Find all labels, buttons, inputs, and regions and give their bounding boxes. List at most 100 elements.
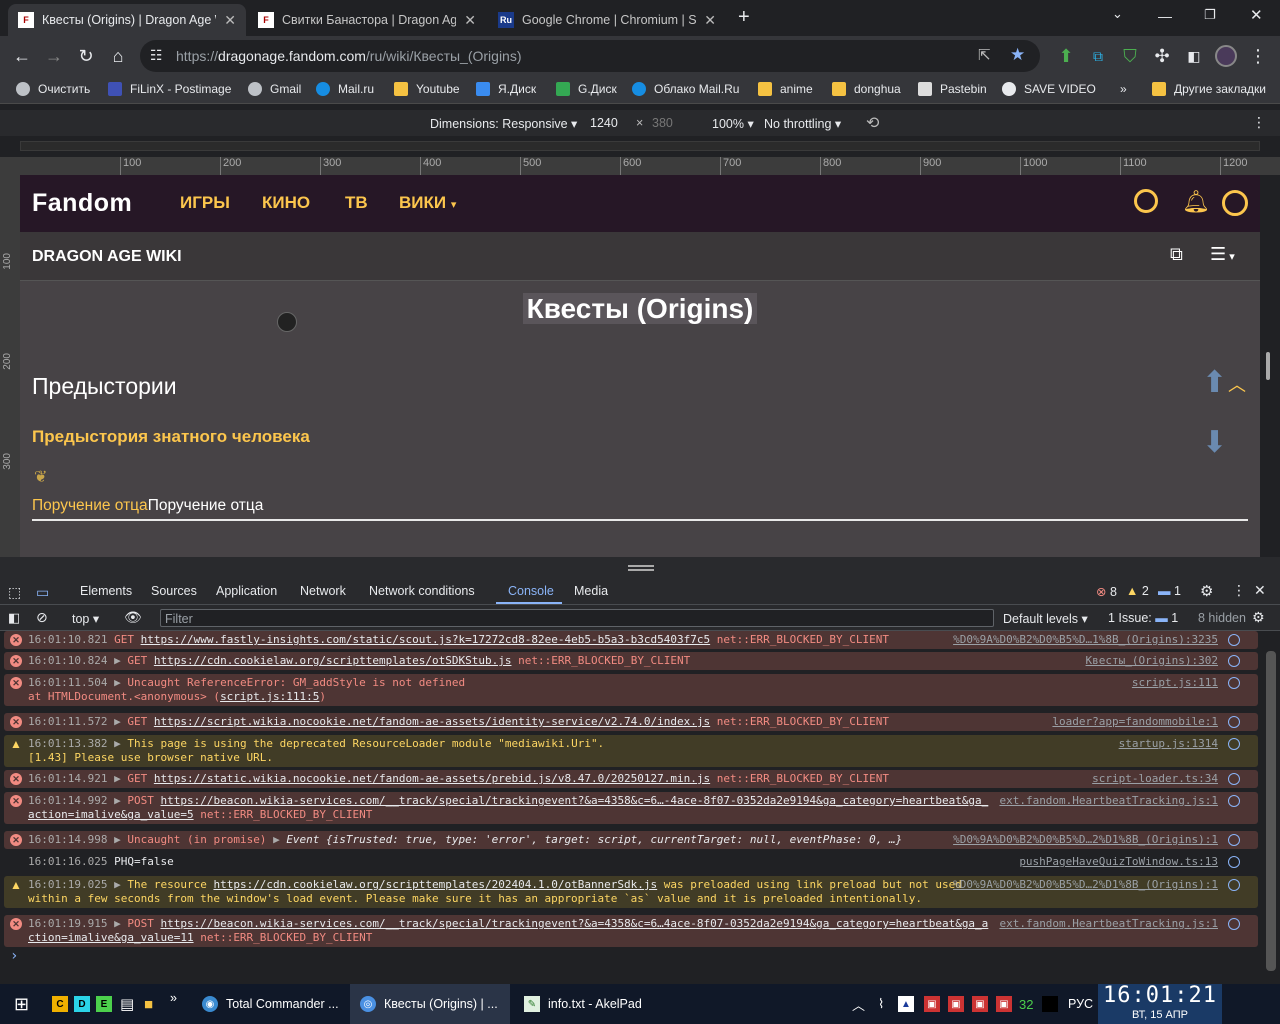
message-link[interactable]: https://static.wikia.nocookie.net/fandom…: [154, 772, 710, 785]
source-link[interactable]: ext.fandom.HeartbeatTracking.js:1: [999, 917, 1218, 931]
reload-icon[interactable]: ↻: [74, 44, 98, 68]
expand-triangle-icon[interactable]: ▶: [114, 878, 127, 891]
address-bar[interactable]: ☷ https://dragonage.fandom.com/ru/wiki/К…: [140, 40, 1040, 72]
tab-google-chrome[interactable]: Ru Google Chrome | Chromium | SRWare ✕: [488, 4, 726, 36]
search-icon[interactable]: [1134, 189, 1158, 213]
scroll-up-arrow-icon[interactable]: ⬆: [1202, 365, 1227, 400]
shield-extension-icon[interactable]: ⛉: [1118, 44, 1142, 68]
message-link[interactable]: https://script.wikia.nocookie.net/fandom…: [154, 715, 710, 728]
inspect-element-icon[interactable]: ⬚: [8, 584, 21, 601]
windows-start-icon[interactable]: ⊞: [14, 984, 29, 1024]
console-message[interactable]: ▲ 16:01:19.025 ▶ The resource https://cdn…: [4, 876, 1258, 908]
event-object[interactable]: Event {isTrusted: true, type: 'error', t…: [286, 833, 902, 846]
height-input[interactable]: 380: [652, 116, 673, 130]
live-expression-eye-icon[interactable]: 👁︎: [124, 609, 142, 626]
source-globe-icon[interactable]: [1228, 856, 1240, 868]
source-link[interactable]: script.js:111: [1132, 676, 1218, 690]
bookmark-облако-mail-ru[interactable]: Облако Mail.Ru: [632, 82, 739, 96]
expand-triangle-icon[interactable]: ▶: [114, 772, 127, 785]
message-link[interactable]: https://beacon.wikia-services.com/__trac…: [160, 917, 988, 930]
issues-link[interactable]: 1 Issue: ▬ 1: [1108, 611, 1178, 625]
restore-icon[interactable]: ❐: [1204, 7, 1216, 23]
tray-app-icon[interactable]: ▲: [898, 984, 922, 1024]
source-globe-icon[interactable]: [1228, 677, 1240, 689]
close-tab-icon[interactable]: ✕: [456, 12, 476, 29]
tab-network[interactable]: Network: [300, 584, 346, 598]
show-desktop-area[interactable]: [1226, 984, 1280, 1024]
taskbar-browser[interactable]: ◎ Квесты (Origins) | ...: [350, 984, 510, 1024]
home-icon[interactable]: ⌂: [106, 44, 130, 68]
site-settings-icon[interactable]: ☷: [150, 47, 163, 64]
source-globe-icon[interactable]: [1228, 773, 1240, 785]
tab-network-conditions[interactable]: Network conditions: [369, 584, 475, 598]
device-toggle-icon[interactable]: ▭: [36, 584, 49, 601]
source-globe-icon[interactable]: [1228, 655, 1240, 667]
console-message[interactable]: ✕ 16:01:11.504 ▶ Uncaught ReferenceError:…: [4, 674, 1258, 706]
fandom-logo[interactable]: Fandom: [32, 189, 132, 218]
bookmarks-more[interactable]: »: [1120, 82, 1127, 96]
levels-select[interactable]: Default levels ▾: [1003, 611, 1088, 626]
source-globe-icon[interactable]: [1228, 738, 1240, 750]
console-message[interactable]: ✕ 16:01:14.998 ▶ Uncaught (in promise) ▶ …: [4, 831, 1258, 849]
settings-gear-icon[interactable]: ⚙: [1200, 582, 1213, 600]
source-link[interactable]: %D0%9A%D0%B2%D0%B5%D…2%D1%8B_(Origins):1: [953, 878, 1218, 892]
share-icon[interactable]: ⇱: [978, 46, 991, 64]
close-tab-icon[interactable]: ✕: [696, 12, 716, 29]
console-message[interactable]: ✕ 16:01:14.921 ▶ GET https://static.wikia…: [4, 770, 1258, 788]
dimensions-select[interactable]: Dimensions: Responsive ▾: [430, 116, 577, 131]
tab-media[interactable]: Media: [574, 584, 608, 598]
expand-triangle-icon[interactable]: ▶: [114, 654, 127, 667]
expand-triangle-icon[interactable]: ▶: [114, 917, 127, 930]
zoom-select[interactable]: 100% ▾: [712, 116, 754, 131]
quest-link[interactable]: Поручение отца: [32, 497, 148, 514]
forward-arrow-icon[interactable]: →: [42, 44, 66, 68]
console-message[interactable]: ✕ 16:01:10.821 GET https://www.fastly-ins…: [4, 631, 1258, 649]
source-link[interactable]: %D0%9A%D0%B2%D0%B5%D…2%D1%8B_(Origins):1: [953, 833, 1218, 847]
tab-sources[interactable]: Sources: [151, 584, 197, 598]
source-globe-icon[interactable]: [1228, 795, 1240, 807]
sidebar-toggle-icon[interactable]: ◧: [8, 610, 20, 626]
source-globe-icon[interactable]: [1228, 634, 1240, 646]
tab-application[interactable]: Application: [216, 584, 277, 598]
context-select[interactable]: top ▾: [72, 611, 99, 626]
back-arrow-icon[interactable]: ←: [10, 44, 34, 68]
console-message[interactable]: 16:01:16.025 PHQ=false pushPageHaveQuizTo…: [4, 853, 1258, 871]
bookmark-pastebin[interactable]: Pastebin: [918, 82, 987, 96]
quicklaunch-more[interactable]: »: [170, 978, 177, 1018]
avatar[interactable]: [1214, 44, 1238, 68]
bookmark-filinx-postimage[interactable]: FiLinX - Postimage: [108, 82, 231, 96]
message-link[interactable]: https://cdn.cookielaw.org/scripttemplate…: [213, 878, 657, 891]
tray-app-icon[interactable]: ▣: [924, 984, 948, 1024]
tray-clip-icon[interactable]: ⌇: [878, 984, 884, 1024]
source-link[interactable]: %D0%9A%D0%B2%D0%B5%D…1%8B_(Origins):3235: [953, 633, 1218, 647]
bookmark-star-icon[interactable]: ★: [1010, 45, 1025, 65]
taskbar-total-commander[interactable]: ◉ Total Commander ...: [192, 984, 346, 1024]
resize-handle-right[interactable]: [1266, 352, 1270, 380]
nav-wikis[interactable]: ВИКИ ▾: [399, 193, 456, 213]
clock[interactable]: 16:01:21 ВТ, 15 АПР: [1098, 984, 1222, 1024]
tab-search-chevron-icon[interactable]: ⌄: [1112, 6, 1123, 22]
notepad-quick-icon[interactable]: ▤: [120, 984, 134, 1024]
other-bookmarks[interactable]: Другие закладки: [1152, 82, 1266, 96]
source-link[interactable]: pushPageHaveQuizToWindow.ts:13: [1019, 855, 1218, 869]
nav-games[interactable]: ИГРЫ: [180, 193, 230, 213]
source-globe-icon[interactable]: [1228, 834, 1240, 846]
source-link[interactable]: Квесты_(Origins):302: [1086, 654, 1218, 668]
bookmark-donghua[interactable]: donghua: [832, 82, 901, 96]
nav-tv[interactable]: ТВ: [345, 193, 368, 213]
tab-quests-origins[interactable]: F Квесты (Origins) | Dragon Age Wiki ✕: [8, 4, 246, 36]
url-text[interactable]: https://dragonage.fandom.com/ru/wiki/Кве…: [176, 48, 522, 64]
expand-triangle-icon[interactable]: ▶: [273, 833, 286, 846]
language-indicator[interactable]: РУС: [1068, 984, 1093, 1024]
message-link[interactable]: https://beacon.wikia-services.com/__trac…: [160, 794, 988, 807]
console-message[interactable]: ▲ 16:01:13.382 ▶ This page is using the d…: [4, 735, 1258, 767]
wiki-menu-icon[interactable]: ☰ ▾: [1210, 244, 1235, 265]
expand-triangle-icon[interactable]: ▶: [114, 715, 127, 728]
devtools-splitter[interactable]: [0, 557, 1280, 577]
source-link[interactable]: script-loader.ts:34: [1092, 772, 1218, 786]
message-link[interactable]: ction=imalive&ga_value=11: [28, 931, 194, 944]
devbar-more-icon[interactable]: ⋮: [1252, 114, 1266, 131]
close-devtools-icon[interactable]: ✕: [1254, 582, 1266, 599]
tray-app-icon[interactable]: ▣: [996, 984, 1020, 1024]
close-window-icon[interactable]: ✕: [1250, 6, 1263, 24]
